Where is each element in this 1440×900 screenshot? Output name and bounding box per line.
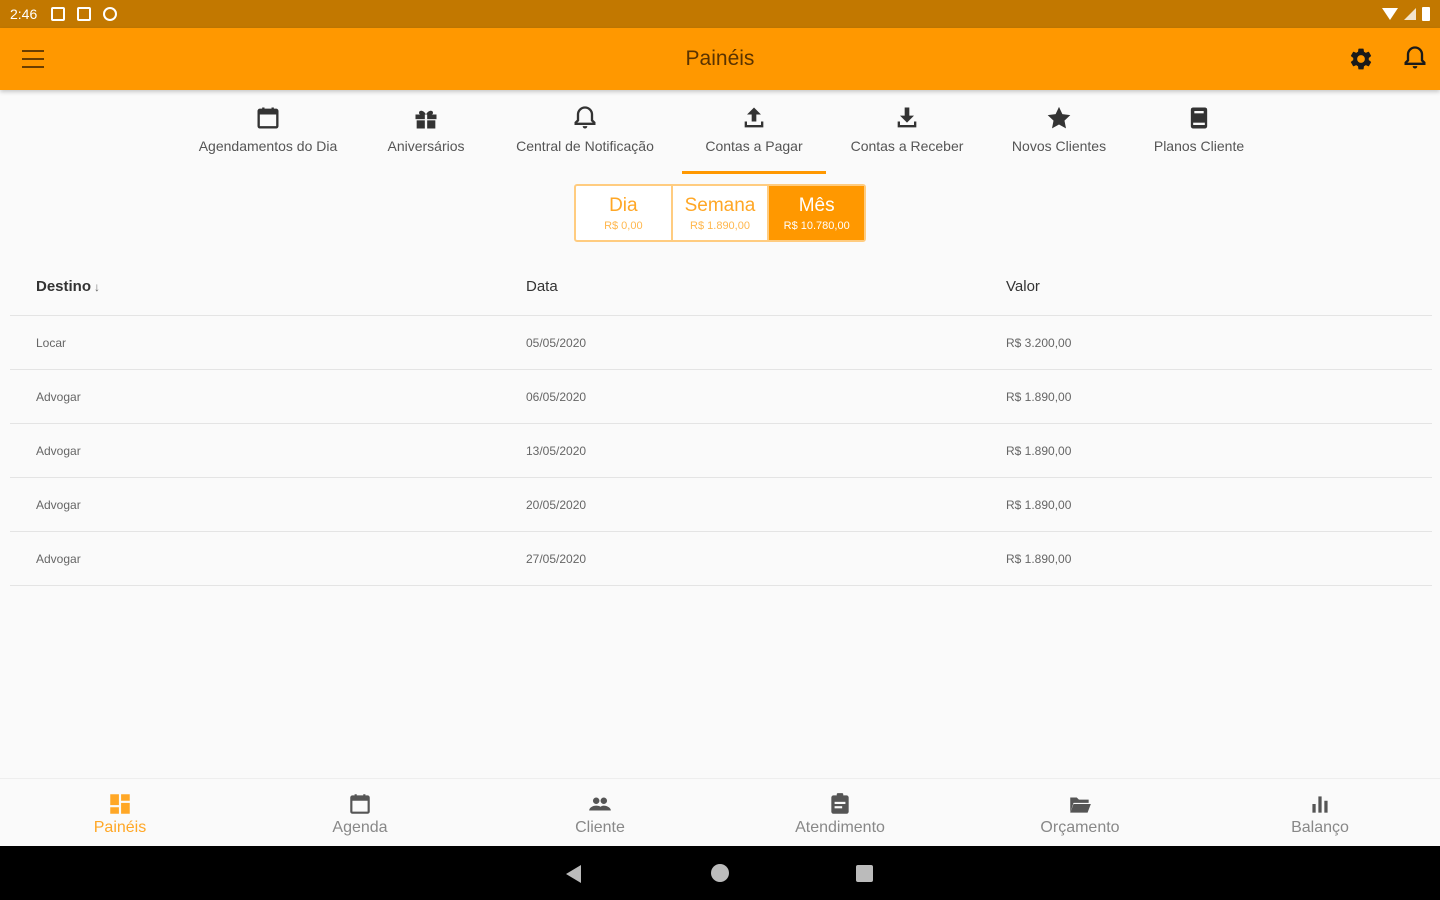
cell-data: 20/05/2020	[526, 498, 587, 512]
cell-destino: Advogar	[36, 498, 81, 512]
column-header-data[interactable]: Data	[526, 278, 558, 295]
nav-label: Cliente	[575, 819, 625, 836]
upload-icon	[744, 107, 764, 128]
page-title: Painéis	[685, 47, 755, 70]
gear-icon[interactable]	[1348, 46, 1374, 72]
battery-icon	[1422, 7, 1430, 21]
nav-item-cliente[interactable]: Cliente	[500, 779, 700, 847]
calendar-icon	[350, 794, 370, 814]
tab-label: Contas a Pagar	[705, 138, 803, 154]
signal-icon	[1404, 8, 1416, 20]
dashboard-tabs: Agendamentos do Dia Aniversários Central…	[0, 92, 1440, 174]
nav-label: Painéis	[93, 819, 147, 836]
table-row[interactable]: Advogar 06/05/2020 R$ 1.890,00	[10, 370, 1432, 424]
cell-valor: R$ 1.890,00	[1006, 444, 1072, 458]
nav-label: Orçamento	[1040, 819, 1120, 836]
cell-data: 06/05/2020	[526, 390, 587, 404]
people-icon	[589, 797, 611, 811]
star-icon	[1047, 106, 1071, 129]
bell-icon	[574, 106, 596, 129]
book-icon	[1190, 107, 1208, 129]
period-option-semana[interactable]: Semana R$ 1.890,00	[673, 186, 770, 240]
cell-destino: Advogar	[36, 552, 81, 566]
recent-apps-icon[interactable]	[856, 865, 873, 882]
gift-icon	[415, 110, 437, 129]
sd-card-icon	[77, 7, 92, 21]
system-navigation-bar	[0, 846, 1440, 900]
contas-a-pagar-table: Destino ↓ Data Valor Locar 05/05/2020 R$ …	[10, 260, 1432, 586]
active-tab-indicator	[682, 171, 826, 174]
dashboard-icon	[110, 794, 130, 814]
tab-label: Planos Cliente	[1153, 138, 1245, 154]
period-option-label: Mês	[798, 194, 835, 216]
tab-contas-a-pagar[interactable]: Contas a Pagar	[682, 92, 826, 174]
nav-item-balanco[interactable]: Balanço	[1220, 779, 1420, 847]
tab-planos-cliente[interactable]: Planos Cliente	[1144, 92, 1254, 174]
tab-label: Central de Notificação	[516, 138, 654, 154]
tab-label: Agendamentos do Dia	[198, 138, 338, 154]
cell-destino: Advogar	[36, 390, 81, 404]
period-option-value: R$ 1.890,00	[690, 219, 750, 232]
nav-item-atendimento[interactable]: Atendimento	[740, 779, 940, 847]
cell-data: 05/05/2020	[526, 336, 587, 350]
cell-valor: R$ 1.890,00	[1006, 552, 1072, 566]
back-icon[interactable]	[566, 865, 581, 883]
period-option-label: Semana	[684, 194, 756, 216]
status-right-icons	[1382, 7, 1430, 21]
tab-label: Novos Clientes	[1011, 138, 1107, 154]
tab-label: Contas a Receber	[850, 138, 964, 154]
home-icon[interactable]	[711, 864, 729, 882]
tab-central-de-notificacao[interactable]: Central de Notificação	[502, 92, 668, 174]
assignment-icon	[831, 793, 849, 814]
cell-valor: R$ 1.890,00	[1006, 498, 1072, 512]
period-option-dia[interactable]: Dia R$ 0,00	[576, 186, 673, 240]
cell-valor: R$ 3.200,00	[1006, 336, 1072, 350]
table-header: Destino ↓ Data Valor	[10, 260, 1432, 316]
bar-chart-icon	[1312, 796, 1328, 813]
tab-agendamentos-do-dia[interactable]: Agendamentos do Dia	[186, 92, 350, 174]
period-option-label: Dia	[609, 194, 638, 216]
tab-novos-clientes[interactable]: Novos Clientes	[1000, 92, 1118, 174]
period-option-value: R$ 10.780,00	[783, 219, 850, 232]
column-header-destino[interactable]: Destino ↓	[36, 278, 100, 295]
table-row[interactable]: Advogar 20/05/2020 R$ 1.890,00	[10, 478, 1432, 532]
cell-data: 13/05/2020	[526, 444, 587, 458]
tab-label: Aniversários	[387, 138, 465, 154]
cell-destino: Locar	[36, 336, 67, 350]
cell-data: 27/05/2020	[526, 552, 587, 566]
column-header-valor[interactable]: Valor	[1006, 278, 1040, 295]
app-bar: Painéis	[0, 28, 1440, 90]
sort-arrow-icon: ↓	[94, 280, 101, 294]
status-bar: 2:46	[0, 0, 1440, 28]
tab-contas-a-receber[interactable]: Contas a Receber	[840, 92, 974, 174]
table-row[interactable]: Advogar 13/05/2020 R$ 1.890,00	[10, 424, 1432, 478]
notification-square-icon	[51, 7, 66, 21]
cell-valor: R$ 1.890,00	[1006, 390, 1072, 404]
wifi-icon	[1382, 8, 1398, 20]
cell-destino: Advogar	[36, 444, 81, 458]
bottom-navigation: Painéis Agenda Cliente Atendimento Orçam…	[0, 778, 1440, 846]
nav-item-agenda[interactable]: Agenda	[260, 779, 460, 847]
calendar-icon	[257, 107, 279, 129]
nav-label: Balanço	[1291, 819, 1349, 836]
status-time: 2:46	[10, 6, 38, 22]
notifications-bell-icon[interactable]	[1401, 44, 1429, 72]
period-option-value: R$ 0,00	[604, 219, 643, 232]
period-option-mes[interactable]: Mês R$ 10.780,00	[769, 186, 865, 240]
download-icon	[897, 107, 917, 128]
folder-open-icon	[1070, 797, 1091, 813]
column-header-label: Destino	[36, 278, 92, 295]
nav-label: Atendimento	[795, 819, 885, 836]
table-row[interactable]: Advogar 27/05/2020 R$ 1.890,00	[10, 532, 1432, 586]
tab-aniversarios[interactable]: Aniversários	[378, 92, 474, 174]
nav-item-orcamento[interactable]: Orçamento	[980, 779, 1180, 847]
nav-item-paineis[interactable]: Painéis	[20, 779, 220, 847]
nav-label: Agenda	[332, 819, 388, 836]
table-row[interactable]: Locar 05/05/2020 R$ 3.200,00	[10, 316, 1432, 370]
period-selector: Dia R$ 0,00 Semana R$ 1.890,00 Mês R$ 10…	[574, 184, 866, 242]
sync-icon	[103, 7, 118, 21]
menu-icon[interactable]	[22, 50, 44, 68]
